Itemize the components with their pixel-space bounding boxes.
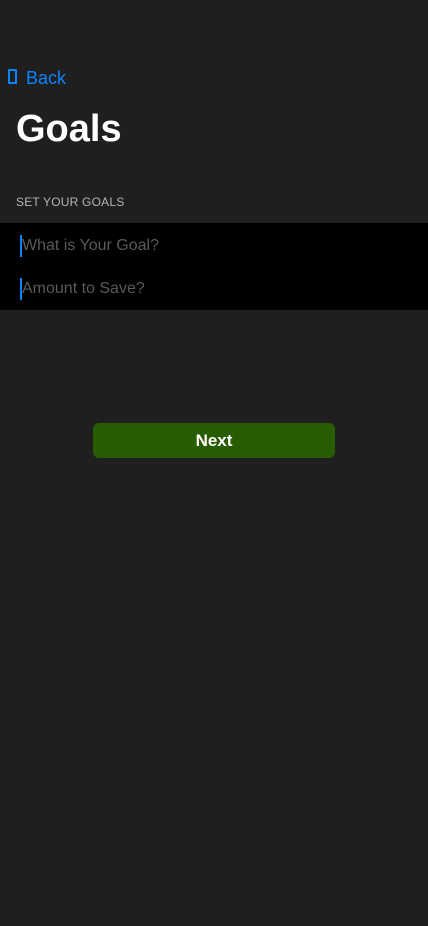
section-header: SET YOUR GOALS — [16, 195, 125, 209]
goal-form-fields — [0, 223, 428, 310]
amount-field-row — [20, 277, 410, 301]
back-icon — [8, 68, 17, 84]
goal-input[interactable] — [22, 237, 410, 255]
back-button[interactable]: Back — [8, 66, 66, 90]
goals-screen: Back Goals SET YOUR GOALS Next — [0, 0, 428, 926]
goal-field-row — [20, 234, 410, 258]
back-label: Back — [26, 68, 67, 88]
page-title: Goals — [16, 108, 122, 150]
amount-input[interactable] — [22, 280, 410, 298]
next-button[interactable]: Next — [93, 423, 335, 458]
